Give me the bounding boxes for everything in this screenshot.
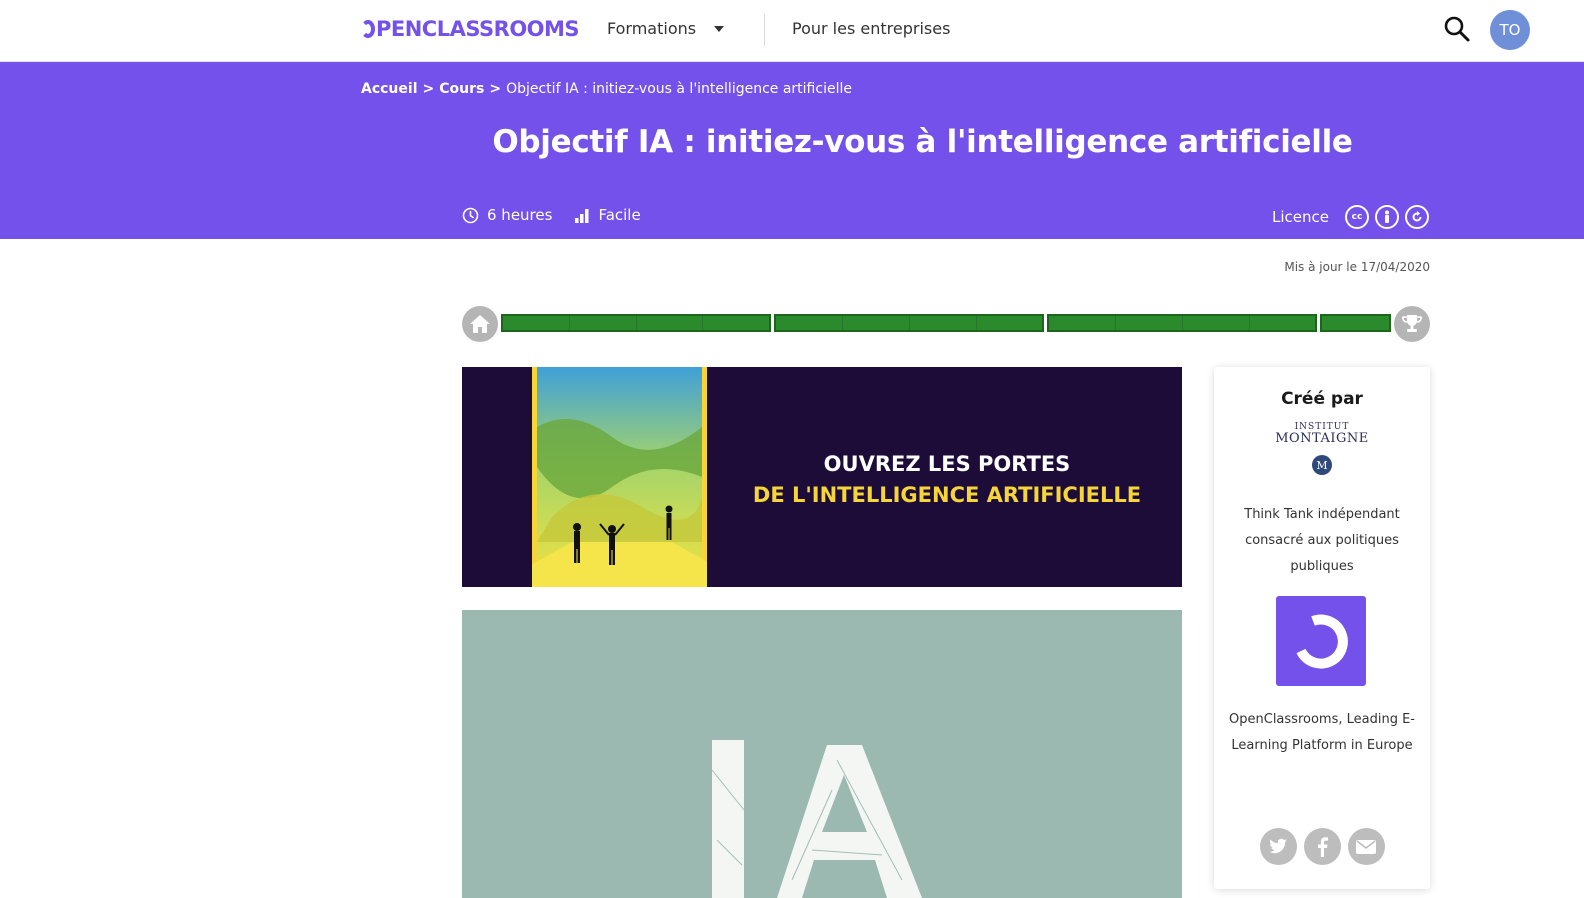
progress-step[interactable] <box>776 316 843 330</box>
progress-step[interactable] <box>637 316 704 330</box>
logo-o-mark <box>361 20 375 38</box>
breadcrumb-courses[interactable]: Cours <box>439 81 484 97</box>
montaigne-badge-icon: M <box>1312 455 1332 475</box>
breadcrumb-separator: > <box>489 81 502 97</box>
breadcrumb: Accueil > Cours > Objectif IA : initiez-… <box>361 81 852 97</box>
duration: 6 heures <box>462 206 552 224</box>
progress-step[interactable] <box>977 316 1043 330</box>
sa-icon[interactable] <box>1404 205 1429 229</box>
progress-step[interactable] <box>1116 316 1183 330</box>
logo-text: PENCLASSROOMS <box>376 17 580 41</box>
difficulty-bars-icon <box>575 209 589 223</box>
share-buttons <box>1214 828 1430 865</box>
progress-step[interactable] <box>1049 316 1117 330</box>
card-title: Créé par <box>1281 389 1363 409</box>
progress-track <box>501 314 1391 332</box>
clock-icon <box>462 207 479 223</box>
progress-segment[interactable] <box>774 314 1045 332</box>
cc-icon[interactable]: cc <box>1344 205 1369 229</box>
twitter-icon[interactable] <box>1259 828 1297 865</box>
creators-card: Créé par INSTITUT MONTAIGNE M Think Tank… <box>1214 367 1430 889</box>
openclassrooms-logo-tile[interactable] <box>1276 596 1366 686</box>
banner-line-1: OUVREZ LES PORTES <box>823 452 1071 476</box>
progress-step[interactable] <box>1183 316 1250 330</box>
partner-logo-big-text: MONTAIGNE <box>1275 431 1369 446</box>
nav-divider <box>764 14 765 46</box>
search-icon[interactable] <box>1443 15 1471 43</box>
user-avatar[interactable]: TO <box>1490 10 1530 50</box>
ia-letters: IA <box>462 610 922 898</box>
facebook-icon[interactable] <box>1303 828 1341 865</box>
top-navigation: PENCLASSROOMS Formations Pour les entrep… <box>0 0 1584 62</box>
ia-illustration: IA <box>462 610 1182 898</box>
progress-step[interactable] <box>843 316 910 330</box>
institut-montaigne-logo[interactable]: INSTITUT MONTAIGNE M <box>1214 422 1430 475</box>
progress-segment[interactable] <box>1320 314 1391 332</box>
progress-step[interactable] <box>1250 316 1316 330</box>
svg-text:IA: IA <box>462 610 463 611</box>
course-banner: OUVREZ LES PORTES DE L'INTELLIGENCE ARTI… <box>462 367 1182 587</box>
openclassrooms-logo[interactable]: PENCLASSROOMS <box>361 17 580 41</box>
updated-date: Mis à jour le 17/04/2020 <box>1284 260 1430 274</box>
progress-step[interactable] <box>1322 316 1389 330</box>
course-meta: 6 heures Facile <box>462 206 663 224</box>
progress-segment[interactable] <box>1047 314 1318 332</box>
formations-menu[interactable]: Formations <box>607 19 725 38</box>
breadcrumb-current: Objectif IA : initiez-vous à l'intellige… <box>506 81 852 97</box>
door-illustration <box>532 367 707 587</box>
progress-step[interactable] <box>570 316 637 330</box>
openclassrooms-mark-icon <box>1296 614 1348 669</box>
duration-label: 6 heures <box>487 206 553 224</box>
entreprises-link[interactable]: Pour les entreprises <box>792 19 950 38</box>
licence-label: Licence <box>1272 208 1329 226</box>
partner-1-description: Think Tank indépendant consacré aux poli… <box>1244 507 1400 574</box>
trophy-icon[interactable] <box>1394 306 1430 342</box>
breadcrumb-separator: > <box>422 81 435 97</box>
by-icon[interactable] <box>1374 205 1399 229</box>
difficulty: Facile <box>574 206 641 224</box>
course-hero: Accueil > Cours > Objectif IA : initiez-… <box>0 62 1584 239</box>
banner-text: OUVREZ LES PORTES DE L'INTELLIGENCE ARTI… <box>722 449 1172 511</box>
licence: Licence cc <box>1272 205 1429 229</box>
progress-step[interactable] <box>503 316 570 330</box>
difficulty-label: Facile <box>598 206 641 224</box>
mail-icon[interactable] <box>1347 828 1385 865</box>
progress-segment[interactable] <box>501 314 772 332</box>
progress-step[interactable] <box>910 316 977 330</box>
partner-2-description: OpenClassrooms, Leading E-Learning Platf… <box>1229 712 1415 753</box>
home-icon[interactable] <box>462 306 498 342</box>
course-progress <box>462 306 1430 342</box>
progress-step[interactable] <box>703 316 769 330</box>
page-title: Objectif IA : initiez-vous à l'intellige… <box>492 124 1353 160</box>
banner-line-2: DE L'INTELLIGENCE ARTIFICIELLE <box>752 483 1142 507</box>
breadcrumb-home[interactable]: Accueil <box>361 81 418 97</box>
chevron-down-icon <box>714 25 725 32</box>
formations-label: Formations <box>607 19 697 38</box>
